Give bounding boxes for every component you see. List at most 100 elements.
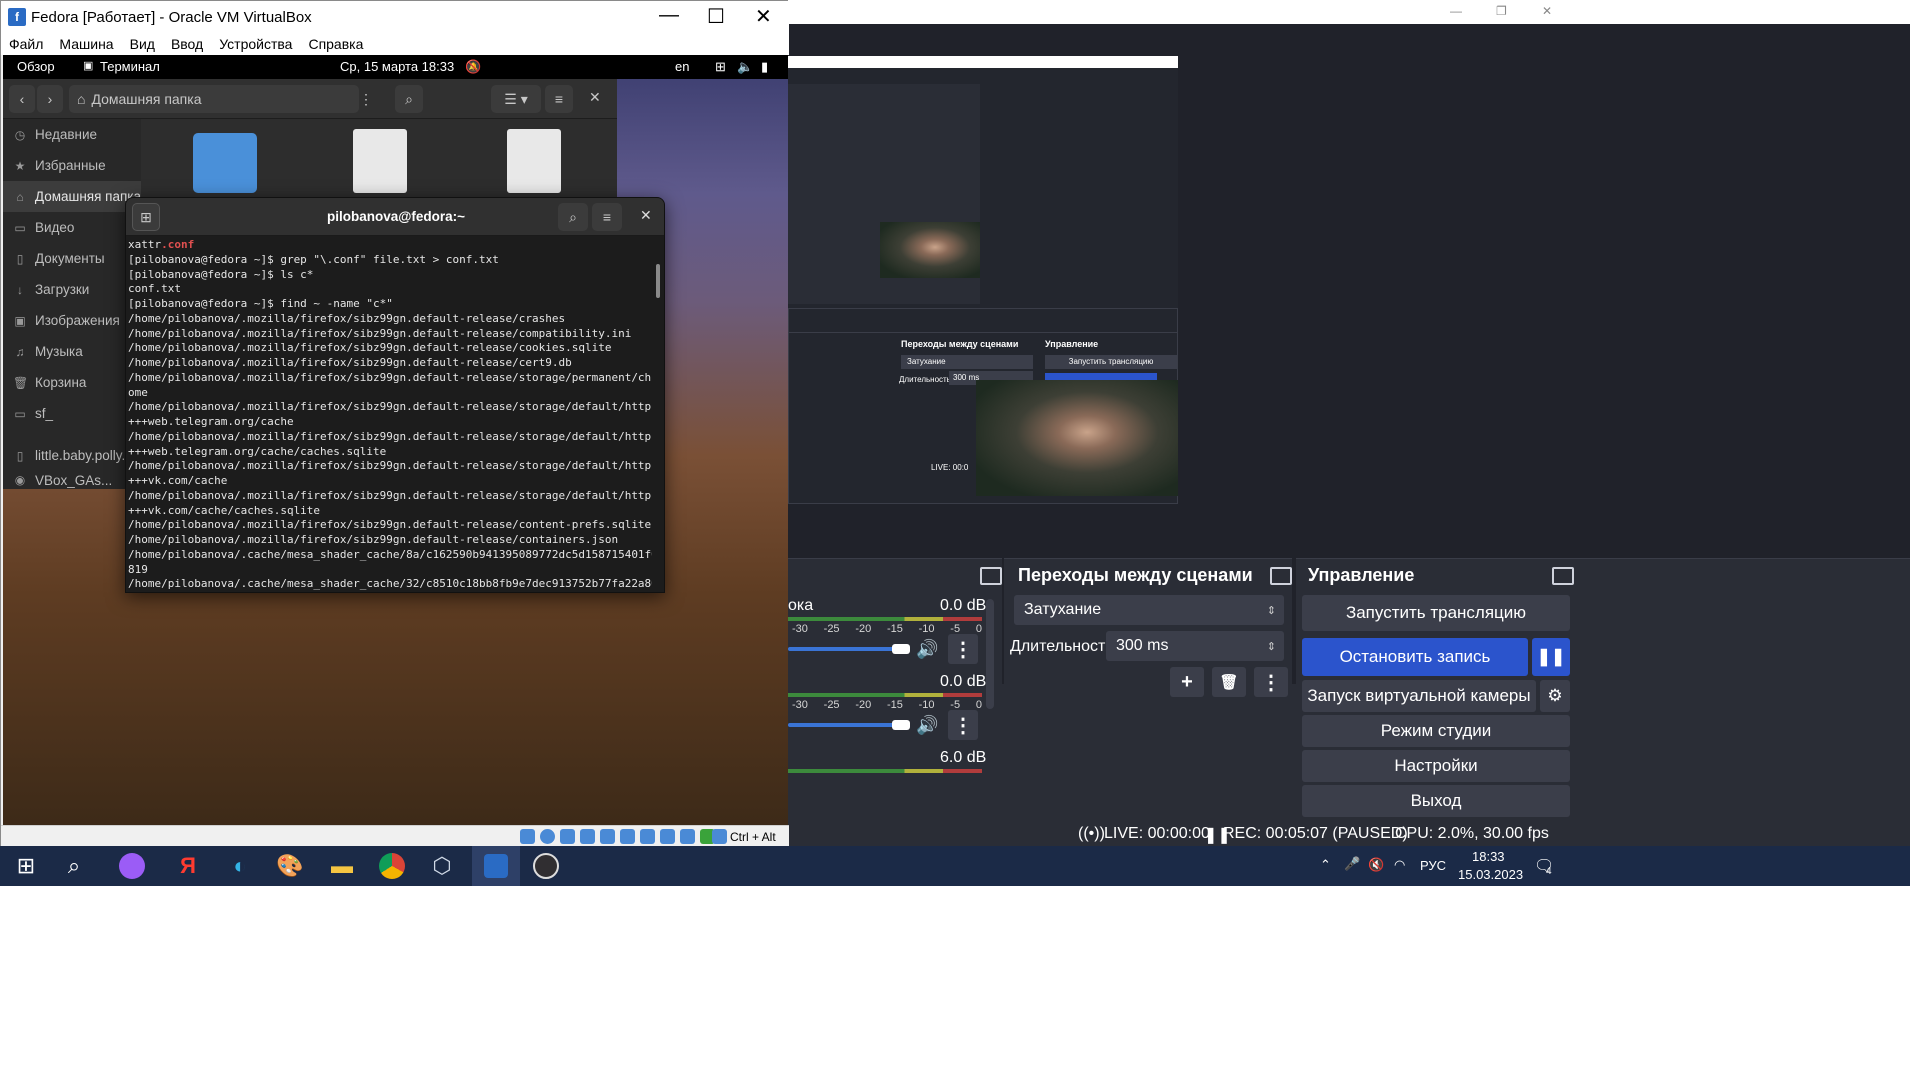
clock[interactable]: Ср, 15 марта 18:33	[340, 59, 454, 74]
guest-display[interactable]: Обзор ▣ Терминал Ср, 15 марта 18:33 🔕 en…	[3, 55, 788, 826]
duration-input[interactable]: 300 ms ⇕	[1106, 631, 1284, 661]
edge-icon[interactable]: ◐	[220, 846, 260, 886]
search-icon[interactable]: ⌕	[395, 85, 423, 113]
clock-time[interactable]: 18:33	[1472, 849, 1505, 864]
menu-input[interactable]: Ввод	[163, 33, 211, 55]
mixer-menu-button[interactable]: ⋮	[948, 634, 978, 664]
file-icon[interactable]	[353, 129, 407, 193]
clock-date[interactable]: 15.03.2023	[1458, 867, 1523, 882]
sidebar-item-pictures[interactable]: ▣ Изображения	[3, 305, 141, 336]
terminal-output[interactable]: xattr.conf [pilobanova@fedora ~]$ grep "\…	[128, 238, 652, 592]
keyboard-layout[interactable]: en	[675, 59, 689, 74]
microphone-icon[interactable]: 🎤	[1344, 856, 1360, 872]
transition-select[interactable]: Затухание ⇕	[1014, 595, 1284, 625]
sidebar-item-home[interactable]: ⌂ Домашняя папка	[3, 181, 141, 212]
sidebar-item-music[interactable]: ♫ Музыка	[3, 336, 141, 367]
hdd-icon[interactable]	[520, 829, 535, 844]
minimize-icon[interactable]: —	[659, 4, 679, 27]
studio-mode-button[interactable]: Режим студии	[1302, 715, 1570, 747]
close-icon[interactable]: ✕	[640, 207, 652, 224]
path-menu-icon[interactable]: ⋮	[359, 91, 373, 108]
input-language[interactable]: РУС	[1420, 858, 1446, 873]
battery-icon[interactable]: ▮	[761, 59, 768, 75]
close-icon[interactable]: ✕	[589, 89, 601, 106]
optical-icon[interactable]	[540, 829, 555, 844]
sidebar-item-recent[interactable]: ◷ Недавние	[3, 119, 141, 150]
cpu-icon[interactable]	[680, 829, 695, 844]
sidebar-item-documents[interactable]: ▯ Документы	[3, 243, 141, 274]
menu-view[interactable]: Вид	[122, 33, 163, 55]
paint-icon[interactable]: 🎨	[270, 846, 310, 886]
chevron-up-icon[interactable]: ⌃	[1320, 857, 1331, 873]
display-icon[interactable]	[640, 829, 655, 844]
folder-icon[interactable]	[193, 133, 257, 193]
alice-icon[interactable]	[112, 846, 152, 886]
hamburger-icon[interactable]: ≡	[592, 203, 622, 231]
activities-button[interactable]: Обзор	[17, 59, 55, 74]
menu-file[interactable]: Файл	[1, 33, 51, 55]
file-icon[interactable]	[507, 129, 561, 193]
sidebar-item-starred[interactable]: ★ Избранные	[3, 150, 141, 181]
volume-slider-knob[interactable]	[892, 644, 910, 654]
obs-icon[interactable]	[526, 846, 566, 886]
terminal-scrollbar[interactable]	[656, 264, 660, 298]
speaker-icon[interactable]: 🔊	[916, 715, 938, 736]
stop-recording-button[interactable]: Остановить запись	[1302, 638, 1528, 676]
volume-slider-knob[interactable]	[892, 720, 910, 730]
mixer-scrollbar[interactable]	[986, 599, 994, 709]
sidebar-item-trash[interactable]: 🗑 Корзина	[3, 367, 141, 398]
fedora-vm-icon[interactable]	[472, 846, 520, 886]
volume-icon[interactable]: 🔈	[737, 59, 753, 75]
menu-devices[interactable]: Устройства	[211, 33, 300, 55]
hamburger-icon[interactable]: ≡	[545, 85, 573, 113]
transition-menu-button[interactable]: ⋮	[1254, 667, 1288, 697]
back-icon[interactable]: ‹	[9, 85, 35, 113]
keyboard-icon[interactable]	[712, 829, 727, 844]
close-icon[interactable]: ✕	[755, 4, 772, 29]
add-transition-button[interactable]: +	[1170, 667, 1204, 697]
gear-icon[interactable]: ⚙	[1540, 680, 1570, 712]
host-key[interactable]: Ctrl + Alt	[730, 830, 776, 844]
volume-slider-2[interactable]	[788, 723, 900, 727]
sidebar-item-vbox-gas[interactable]: ◉ VBox_GAs...	[3, 471, 141, 489]
close-icon[interactable]: ✕	[1542, 4, 1552, 18]
undock-icon[interactable]	[980, 567, 1002, 585]
delete-transition-button[interactable]: 🗑	[1212, 667, 1246, 697]
start-virtual-camera-button[interactable]: Запуск виртуальной камеры	[1302, 680, 1536, 712]
sidebar-item-downloads[interactable]: ↓ Загрузки	[3, 274, 141, 305]
recording-icon[interactable]	[660, 829, 675, 844]
network-icon[interactable]	[580, 829, 595, 844]
sidebar-item-videos[interactable]: ▭ Видео	[3, 212, 141, 243]
undock-icon[interactable]	[1552, 567, 1574, 585]
start-stream-button[interactable]: Запустить трансляцию	[1302, 595, 1570, 631]
menu-help[interactable]: Справка	[300, 33, 371, 55]
usb-icon[interactable]	[600, 829, 615, 844]
maximize-icon[interactable]: ☐	[707, 4, 725, 29]
undock-icon[interactable]	[1270, 567, 1292, 585]
settings-button[interactable]: Настройки	[1302, 750, 1570, 782]
app-menu[interactable]: Терминал	[100, 59, 160, 74]
audio-icon[interactable]	[560, 829, 575, 844]
chrome-icon[interactable]	[372, 846, 412, 886]
speaker-icon[interactable]: 🔊	[916, 639, 938, 660]
sidebar-item-polly[interactable]: ▯ little.baby.polly...	[3, 440, 141, 471]
forward-icon[interactable]: ›	[37, 85, 63, 113]
sidebar-item-sf[interactable]: ▭ sf_	[3, 398, 141, 429]
volume-slider-1[interactable]	[788, 647, 900, 651]
menu-machine[interactable]: Машина	[51, 33, 121, 55]
pause-recording-button[interactable]: ❚❚	[1532, 638, 1570, 676]
explorer-icon[interactable]: ▬	[322, 846, 362, 886]
start-icon[interactable]: ⊞	[6, 846, 46, 886]
path-bar[interactable]: ⌂ Домашняя папка ⋮	[69, 85, 373, 113]
wifi-icon[interactable]: ◠	[1394, 857, 1405, 873]
shared-folder-icon[interactable]	[620, 829, 635, 844]
maximize-icon[interactable]: ❐	[1496, 4, 1507, 18]
speaker-muted-icon[interactable]: 🔇	[1368, 857, 1384, 873]
network-icon[interactable]: ⊞	[715, 59, 726, 75]
exit-button[interactable]: Выход	[1302, 785, 1570, 817]
minimize-icon[interactable]: —	[1450, 4, 1462, 18]
yandex-icon[interactable]: Я	[168, 846, 208, 886]
mixer-menu-button[interactable]: ⋮	[948, 710, 978, 740]
search-icon[interactable]: ⌕	[54, 846, 94, 886]
virtualbox-icon[interactable]: ⬡	[422, 846, 462, 886]
